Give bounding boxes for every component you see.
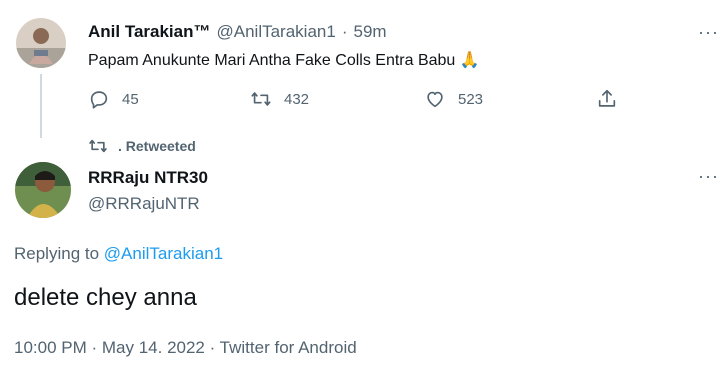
replying-to-handle-link[interactable]: @AnilTarakian1 — [104, 244, 223, 263]
like-button[interactable]: 523 — [424, 88, 483, 110]
tweet-time[interactable]: 59m — [354, 22, 387, 42]
more-options-button[interactable]: ··· — [698, 166, 719, 187]
avatar-image — [15, 162, 71, 218]
retweet-button[interactable]: 432 — [250, 88, 309, 110]
tweet-text: Papam Anukunte Mari Antha Fake Colls Ent… — [88, 50, 480, 70]
display-name[interactable]: Anil Tarakian™ — [88, 22, 211, 42]
retweet-icon — [251, 92, 271, 106]
replying-to: Replying to @AnilTarakian1 — [14, 244, 223, 264]
retweeted-context: . Retweeted — [88, 136, 196, 156]
retweeted-label: . Retweeted — [118, 138, 196, 154]
reply-count: 45 — [122, 90, 139, 108]
tweet-header: Anil Tarakian™ @AnilTarakian1 · 59m — [88, 22, 387, 42]
main-tweet-text: delete chey anna — [14, 284, 197, 311]
share-icon — [598, 89, 616, 107]
heart-icon — [427, 91, 443, 108]
handle[interactable]: @RRRajuNTR — [88, 194, 200, 214]
share-button[interactable] — [596, 88, 618, 110]
thread-connector-line — [40, 74, 42, 138]
avatar-anil[interactable] — [16, 18, 66, 68]
retweet-icon — [89, 139, 107, 153]
handle[interactable]: @AnilTarakian1 — [217, 22, 336, 42]
more-options-button[interactable]: ··· — [698, 22, 719, 43]
reply-icon — [90, 91, 108, 109]
avatar-image — [16, 18, 66, 68]
separator-dot: · — [341, 22, 348, 41]
retweet-count: 432 — [284, 90, 310, 108]
avatar-rrraju[interactable] — [15, 162, 71, 218]
praying-hands-emoji: 🙏 — [459, 52, 480, 69]
like-count: 523 — [458, 90, 484, 108]
replying-prefix: Replying to — [14, 244, 100, 263]
tweet-body: Papam Anukunte Mari Antha Fake Colls Ent… — [88, 52, 456, 69]
display-name[interactable]: RRRaju NTR30 — [88, 168, 208, 188]
reply-button[interactable]: 45 — [88, 88, 139, 110]
tweet-timestamp[interactable]: 10:00 PM · May 14. 2022 · Twitter for An… — [14, 338, 357, 358]
